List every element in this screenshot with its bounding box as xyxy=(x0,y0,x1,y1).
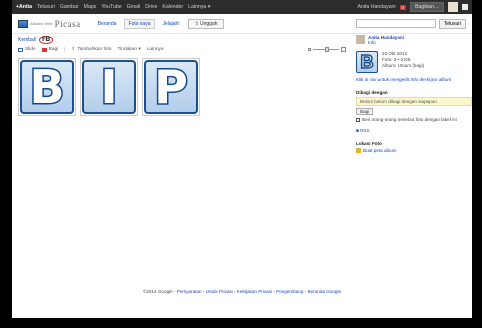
album-meta: 23 Okt 2013 Foto: 3 • 2 KB Album: Umum (… xyxy=(382,51,424,73)
share-album-label: Bagi xyxy=(48,47,59,52)
toolbar-divider xyxy=(64,46,66,53)
google-bar: +Anita Telusuri Gambar Maps YouTube Gmai… xyxy=(12,0,472,14)
search-button[interactable]: Telusuri xyxy=(438,18,466,29)
album-toolbar: Slide Bagi ⇧ Tambahkan foto Tindakan ▾ L… xyxy=(12,45,352,54)
share-icon xyxy=(41,47,47,52)
shared-heading: Dibagi dengan xyxy=(356,90,388,95)
add-photos-button[interactable]: ⇧ Tambahkan foto xyxy=(71,47,111,52)
picasa-logo[interactable]: Albums Web Picasa xyxy=(18,19,81,29)
tab-my-photos[interactable]: Foto saya xyxy=(123,18,156,29)
location-link-label: Buat peta album xyxy=(363,148,397,153)
photo-thumb[interactable]: B xyxy=(18,58,76,116)
apps-icon[interactable] xyxy=(462,4,468,10)
share-album-button[interactable]: Bagi xyxy=(41,47,59,52)
rss-label: RSS xyxy=(360,128,370,133)
actions-label: Tindakan ▾ xyxy=(117,47,141,52)
owner-avatar[interactable] xyxy=(356,35,365,44)
user-name[interactable]: Anita Handayani xyxy=(357,4,395,10)
footer-link-terms[interactable]: Persyaratan xyxy=(177,289,202,294)
owner-info-link[interactable]: Info xyxy=(368,40,404,45)
logo-text: Picasa xyxy=(54,18,81,29)
upload-button[interactable]: ⇧ Unggah xyxy=(188,18,224,29)
notify-checkbox-row[interactable]: Beri orang-orang tersebut foto dengan la… xyxy=(356,117,472,122)
gbar-item-drive[interactable]: Drive xyxy=(145,4,157,10)
gbar-item-more[interactable]: Lainnya ▾ xyxy=(188,4,210,10)
letter-p-tile: P xyxy=(144,59,198,116)
notify-checkbox[interactable] xyxy=(356,118,360,122)
footer-link-developers[interactable]: Pengembang xyxy=(276,289,303,294)
left-edge xyxy=(0,0,12,328)
gbar-item-gmail[interactable]: Gmail xyxy=(127,4,141,10)
zoom-knob[interactable] xyxy=(325,47,329,52)
tab-home[interactable]: Beranda xyxy=(93,19,122,29)
gbar-item-youtube[interactable]: YouTube xyxy=(101,4,121,10)
photo-thumb[interactable]: I xyxy=(80,58,138,116)
picasa-logo-icon xyxy=(18,19,28,28)
right-edge xyxy=(472,0,482,328)
photo-thumb[interactable]: P xyxy=(142,58,200,116)
gbar-item-anita[interactable]: +Anita xyxy=(16,4,32,10)
album-sidebar: Anita Handayani Info B 23 Okt 2013 Foto:… xyxy=(356,35,472,153)
picasa-page: +Anita Telusuri Gambar Maps YouTube Gmai… xyxy=(12,0,472,318)
album-title: FB xyxy=(39,36,54,44)
gbar-right: Anita Handayani 0 Bagikan… xyxy=(357,2,468,12)
rss-link[interactable]: ◙ RSS xyxy=(356,128,472,133)
gbar-item-maps[interactable]: Maps xyxy=(84,4,97,10)
gbar-item-search[interactable]: Telusuri xyxy=(37,4,55,10)
zoom-slider[interactable] xyxy=(308,47,346,52)
slideshow-label: Slide xyxy=(25,47,36,52)
album-cover[interactable]: B xyxy=(356,51,378,73)
screen-frame: +Anita Telusuri Gambar Maps YouTube Gmai… xyxy=(0,0,482,328)
footer: ©2014 Google - Persyaratan - Untuk Priva… xyxy=(142,289,342,294)
photo-grid: B I P xyxy=(12,54,352,120)
notification-badge[interactable]: 0 xyxy=(399,4,407,10)
zoom-large-icon xyxy=(341,47,346,52)
avatar[interactable] xyxy=(448,2,458,12)
album-cover-row: B 23 Okt 2013 Foto: 3 • 2 KB Album: Umum… xyxy=(356,51,472,73)
location-heading: Lokasi Foto xyxy=(356,141,382,146)
more-label: Lainnya xyxy=(146,47,164,52)
footer-link-privacy-policy[interactable]: Kebijakan Privasi xyxy=(237,289,272,294)
share-button[interactable]: Bagikan… xyxy=(410,2,444,12)
actions-menu[interactable]: Tindakan ▾ xyxy=(117,47,140,52)
edit-description-link[interactable]: Klik di sini untuk mengedit Info deskrip… xyxy=(356,77,472,82)
footer-link-google-home[interactable]: Beranda Google xyxy=(308,289,341,294)
breadcrumb: Kembali FB xyxy=(12,35,352,45)
bottom-edge xyxy=(0,318,482,328)
back-link[interactable]: Kembali xyxy=(18,37,36,43)
owner-row: Anita Handayani Info xyxy=(356,35,472,45)
share-album-sidebar-button[interactable]: Bagi xyxy=(356,108,374,115)
copyright: ©2014 Google xyxy=(142,289,173,294)
album-visibility[interactable]: Album: Umum (bagi) xyxy=(382,63,424,69)
tab-explore[interactable]: Jelajahi xyxy=(157,19,184,29)
footer-link-privacy-for[interactable]: Untuk Privasi xyxy=(206,289,233,294)
shared-note: Belum belum dibagi dengan siapapun xyxy=(356,97,472,106)
zoom-track[interactable] xyxy=(313,47,339,52)
notify-checkbox-label: Beri orang-orang tersebut foto dengan la… xyxy=(362,117,457,122)
slideshow-icon xyxy=(18,47,23,52)
add-photos-label: Tambahkan foto xyxy=(77,47,112,52)
map-icon xyxy=(356,148,361,153)
search-input[interactable] xyxy=(355,19,436,28)
album-main: Kembali FB Slide Bagi ⇧ Tambahkan foto T… xyxy=(12,35,352,120)
picasa-header: Albums Web Picasa Beranda Foto saya Jela… xyxy=(12,14,472,34)
location-link[interactable]: Buat peta album xyxy=(356,148,472,153)
logo-small-text: Albums Web xyxy=(30,21,53,26)
gbar-item-images[interactable]: Gambar xyxy=(60,4,79,10)
zoom-small-icon xyxy=(308,48,311,51)
main-tabs: Beranda Foto saya Jelajahi xyxy=(93,18,185,29)
more-link[interactable]: Lainnya xyxy=(147,47,164,52)
gbar-item-calendar[interactable]: Kalender xyxy=(162,4,183,10)
letter-b-tile: B xyxy=(20,59,74,116)
letter-i-tile: I xyxy=(82,59,136,116)
slideshow-button[interactable]: Slide xyxy=(18,47,36,52)
add-photos-icon: ⇧ xyxy=(71,47,76,52)
google-nav: +Anita Telusuri Gambar Maps YouTube Gmai… xyxy=(16,4,210,10)
